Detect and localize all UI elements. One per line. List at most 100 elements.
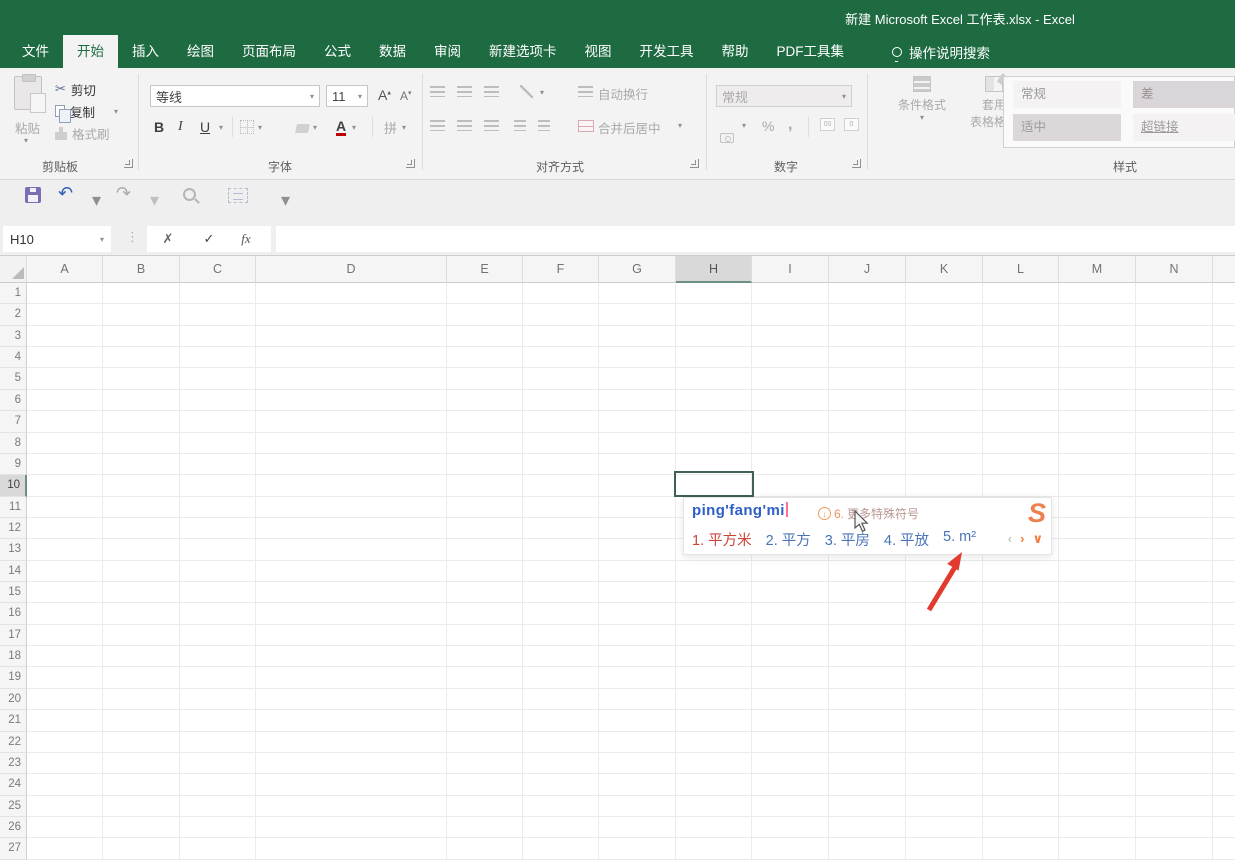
cell-K1[interactable] xyxy=(906,283,983,304)
merge-dropdown-icon[interactable]: ▾ xyxy=(678,121,682,130)
cell-C8[interactable] xyxy=(180,433,256,454)
cell-C24[interactable] xyxy=(180,774,256,795)
row-header-18[interactable]: 18 xyxy=(0,646,27,667)
table-view-icon[interactable] xyxy=(228,188,248,203)
cell-B23[interactable] xyxy=(103,753,180,774)
cell-I5[interactable] xyxy=(752,368,829,389)
cell-partial[interactable] xyxy=(1213,475,1235,496)
cell-D25[interactable] xyxy=(256,796,447,817)
comma-style-button[interactable]: , xyxy=(788,116,792,134)
cell-B27[interactable] xyxy=(103,838,180,859)
cell-A7[interactable] xyxy=(27,411,103,432)
cell-B26[interactable] xyxy=(103,817,180,838)
row-header-12[interactable]: 12 xyxy=(0,518,27,539)
cell-J26[interactable] xyxy=(829,817,906,838)
cell-M19[interactable] xyxy=(1059,667,1136,688)
cell-F16[interactable] xyxy=(523,603,599,624)
cell-A23[interactable] xyxy=(27,753,103,774)
cell-C16[interactable] xyxy=(180,603,256,624)
merge-center-button[interactable]: 合并后居中 xyxy=(598,118,661,137)
column-header-D[interactable]: D xyxy=(256,256,447,283)
row-header-13[interactable]: 13 xyxy=(0,539,27,560)
cell-J22[interactable] xyxy=(829,732,906,753)
cell-A24[interactable] xyxy=(27,774,103,795)
cell-H10[interactable] xyxy=(676,475,752,496)
cell-I18[interactable] xyxy=(752,646,829,667)
cell-E4[interactable] xyxy=(447,347,523,368)
cell-J1[interactable] xyxy=(829,283,906,304)
cell-partial[interactable] xyxy=(1213,518,1235,539)
cell-G17[interactable] xyxy=(599,625,676,646)
cell-E20[interactable] xyxy=(447,689,523,710)
cell-D20[interactable] xyxy=(256,689,447,710)
row-header-24[interactable]: 24 xyxy=(0,774,27,795)
row-header-8[interactable]: 8 xyxy=(0,433,27,454)
cell-L19[interactable] xyxy=(983,667,1059,688)
cell-K19[interactable] xyxy=(906,667,983,688)
cell-J23[interactable] xyxy=(829,753,906,774)
cell-B8[interactable] xyxy=(103,433,180,454)
cell-partial[interactable] xyxy=(1213,625,1235,646)
column-header-C[interactable]: C xyxy=(180,256,256,283)
column-header-A[interactable]: A xyxy=(27,256,103,283)
cell-G24[interactable] xyxy=(599,774,676,795)
cell-I3[interactable] xyxy=(752,326,829,347)
cell-E10[interactable] xyxy=(447,475,523,496)
cell-G16[interactable] xyxy=(599,603,676,624)
column-header-N[interactable]: N xyxy=(1136,256,1213,283)
cell-H9[interactable] xyxy=(676,454,752,475)
cell-I15[interactable] xyxy=(752,582,829,603)
cell-H18[interactable] xyxy=(676,646,752,667)
cell-G11[interactable] xyxy=(599,497,676,518)
phonetic-guide-button[interactable]: 拼 xyxy=(384,116,397,138)
cell-A1[interactable] xyxy=(27,283,103,304)
cell-A2[interactable] xyxy=(27,304,103,325)
save-icon[interactable] xyxy=(25,187,41,203)
cell-partial[interactable] xyxy=(1213,390,1235,411)
cell-K26[interactable] xyxy=(906,817,983,838)
paste-button[interactable]: 粘贴 xyxy=(15,118,40,137)
cell-E6[interactable] xyxy=(447,390,523,411)
cell-F19[interactable] xyxy=(523,667,599,688)
cell-C4[interactable] xyxy=(180,347,256,368)
cell-I1[interactable] xyxy=(752,283,829,304)
cell-N20[interactable] xyxy=(1136,689,1213,710)
cell-partial[interactable] xyxy=(1213,326,1235,347)
cell-M9[interactable] xyxy=(1059,454,1136,475)
row-header-1[interactable]: 1 xyxy=(0,283,27,304)
clipboard-dialog-launcher[interactable] xyxy=(124,159,133,168)
cell-J3[interactable] xyxy=(829,326,906,347)
style-hyperlink[interactable]: 超链接 xyxy=(1133,114,1235,141)
cell-C23[interactable] xyxy=(180,753,256,774)
cell-M24[interactable] xyxy=(1059,774,1136,795)
cell-M3[interactable] xyxy=(1059,326,1136,347)
cell-A20[interactable] xyxy=(27,689,103,710)
cell-G9[interactable] xyxy=(599,454,676,475)
column-header-I[interactable]: I xyxy=(752,256,829,283)
cell-N22[interactable] xyxy=(1136,732,1213,753)
cell-B9[interactable] xyxy=(103,454,180,475)
cell-B18[interactable] xyxy=(103,646,180,667)
cell-D22[interactable] xyxy=(256,732,447,753)
cell-J5[interactable] xyxy=(829,368,906,389)
decrease-indent-icon[interactable] xyxy=(514,120,526,131)
align-right-icon[interactable] xyxy=(484,120,499,131)
cell-B5[interactable] xyxy=(103,368,180,389)
cell-F10[interactable] xyxy=(523,475,599,496)
cell-K7[interactable] xyxy=(906,411,983,432)
cell-F25[interactable] xyxy=(523,796,599,817)
bold-button[interactable]: B xyxy=(154,116,164,138)
cell-E8[interactable] xyxy=(447,433,523,454)
cell-I2[interactable] xyxy=(752,304,829,325)
tab-review[interactable]: 审阅 xyxy=(420,35,475,68)
cell-G1[interactable] xyxy=(599,283,676,304)
cell-partial[interactable] xyxy=(1213,368,1235,389)
column-header-partial[interactable] xyxy=(1213,256,1235,283)
cell-J7[interactable] xyxy=(829,411,906,432)
cell-F3[interactable] xyxy=(523,326,599,347)
cell-E1[interactable] xyxy=(447,283,523,304)
cell-F12[interactable] xyxy=(523,518,599,539)
cell-L10[interactable] xyxy=(983,475,1059,496)
cell-M8[interactable] xyxy=(1059,433,1136,454)
cell-L26[interactable] xyxy=(983,817,1059,838)
